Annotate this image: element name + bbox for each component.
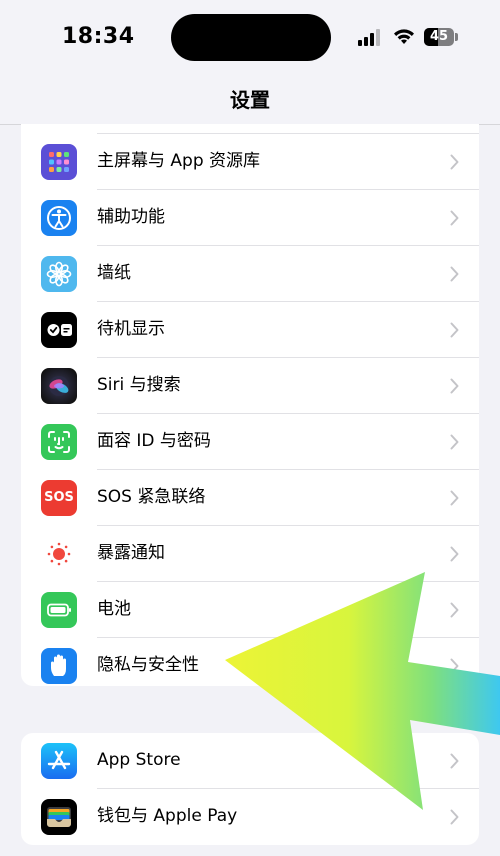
dynamic-island [171,14,331,61]
wallet-icon [41,799,77,835]
settings-row-accessibility[interactable]: 辅助功能 [21,190,479,246]
settings-row-label: 钱包与 Apple Pay [97,806,238,826]
settings-group-primary: 主屏幕与 App 资源库 辅助功能 墙纸 待机显示 Siri 与搜索 面容 ID… [21,124,479,686]
settings-row-label: 主屏幕与 App 资源库 [97,151,261,171]
battery-cap [455,33,458,41]
app-store-icon [41,743,77,779]
sos-icon-text: SOS [44,490,74,505]
chevron-right-icon [450,322,459,338]
settings-row-sos[interactable]: SOS SOS 紧急联络 [21,470,479,526]
settings-row-label: 暴露通知 [97,543,165,563]
privacy-hand-icon [41,648,77,684]
accessibility-icon [41,200,77,236]
cellular-signal-icon [358,29,383,46]
settings-row-privacy[interactable]: 隐私与安全性 [21,638,479,686]
chevron-right-icon [450,602,459,618]
settings-row-label: 待机显示 [97,319,165,339]
chevron-right-icon [450,490,459,506]
chevron-right-icon [450,266,459,282]
settings-row-label: App Store [97,750,181,770]
settings-group-store: App Store 钱包与 Apple Pay [21,733,479,845]
settings-row-label: 电池 [97,599,131,619]
settings-row-label: 辅助功能 [97,207,165,227]
sos-icon: SOS [41,480,77,516]
battery-percent: 45 [429,29,449,44]
chevron-right-icon [450,434,459,450]
chevron-right-icon [450,154,459,170]
settings-row-label: 隐私与安全性 [97,655,199,675]
chevron-right-icon [450,546,459,562]
settings-row-label: Siri 与搜索 [97,375,181,395]
siri-icon [41,368,77,404]
settings-row-label: SOS 紧急联络 [97,487,206,507]
chevron-right-icon [450,210,459,226]
settings-row-face-id[interactable]: 面容 ID 与密码 [21,414,479,470]
exposure-notification-icon [41,536,77,572]
settings-row-label: 墙纸 [97,263,131,283]
chevron-right-icon [450,378,459,394]
partial-settings-row [21,124,479,134]
settings-row-label: 面容 ID 与密码 [97,431,211,451]
page-title: 设置 [230,88,270,112]
chevron-right-icon [450,753,459,769]
battery-indicator-icon: 45 [424,28,454,46]
chevron-right-icon [450,809,459,825]
settings-row-battery[interactable]: 电池 [21,582,479,638]
navigation-bar: 设置 [0,76,500,125]
chevron-right-icon [450,658,459,674]
status-time: 18:34 [62,24,135,49]
settings-row-wallet[interactable]: 钱包与 Apple Pay [21,789,479,845]
wifi-icon [394,29,414,44]
wallpaper-flower-icon [41,256,77,292]
standby-icon [41,312,77,348]
settings-row-siri[interactable]: Siri 与搜索 [21,358,479,414]
settings-row-home-screen[interactable]: 主屏幕与 App 资源库 [21,134,479,190]
settings-row-app-store[interactable]: App Store [21,733,479,789]
status-bar: 18:34 45 [0,0,500,76]
settings-row-standby[interactable]: 待机显示 [21,302,479,358]
settings-row-exposure[interactable]: 暴露通知 [21,526,479,582]
battery-icon [41,592,77,628]
settings-row-wallpaper[interactable]: 墙纸 [21,246,479,302]
face-id-icon [41,424,77,460]
home-screen-grid-icon [41,144,77,180]
